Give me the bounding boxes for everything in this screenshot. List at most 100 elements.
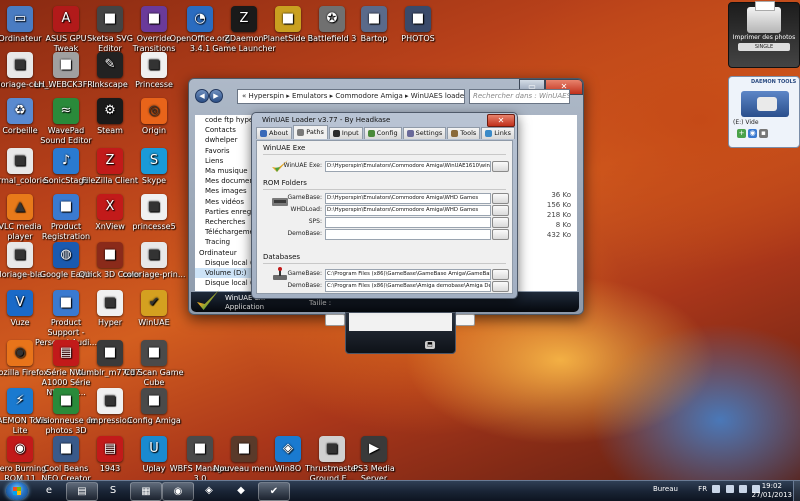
filezilla-icon: Z [97,148,123,174]
tray-icon-2[interactable] [725,485,734,493]
tab-about[interactable]: About [256,127,293,139]
database-browse-button[interactable] [492,281,509,292]
recycle-bin-icon: ♻ [7,98,33,124]
explorer-icon[interactable]: ▤ [66,482,98,501]
status-file-size: Taille : [309,299,332,307]
desktop-shortcut[interactable]: ■ princesse5 [122,194,186,232]
explorer-search-input[interactable]: Rechercher dans : WinUAES loader [469,89,570,104]
database-browse-button[interactable] [492,269,509,280]
loader-title: WinUAE Loader v3.77 - By Headkase [262,116,391,124]
rom-folder-path-field[interactable]: D:\Hyperspin\Emulators\Commodore Amiga\W… [325,193,491,204]
win8o-icon: ◈ [275,436,301,462]
desktop-shortcut[interactable]: ■ Cd Scan Game Cube [122,340,186,388]
add-drive-icon[interactable]: ◉ [748,129,757,138]
language-indicator[interactable]: FR [698,485,707,493]
tab-label: Settings [415,129,443,137]
taskbar: e ▤ S ▦ ◉ ◈ ◆ ✔ Bureau FR 19:02 27/01/2013 [0,480,800,501]
vlc-icon: ▲ [7,194,33,220]
daemon-tools-gadget[interactable]: DAEMON TOOLS (E:) Vide + ◉ ▪ [728,76,800,148]
settings-tab-icon [406,130,414,137]
printer-icon [747,1,781,33]
winuae-exe-browse-button[interactable] [492,161,509,172]
desktop-shortcut-label: princesse5 [132,222,176,231]
database-path-field[interactable]: C:\Program Files (x86)\GameBase\GameBase… [325,269,491,280]
desktop-shortcut[interactable]: ✔ WinUAE [122,290,186,328]
file-size-cell: 36 Ko [551,191,571,199]
daemon-drive-label: (E:) Vide [733,119,759,126]
clock[interactable]: 19:02 27/01/2013 [752,482,792,500]
back-icon[interactable]: ◀ [195,89,209,103]
nouveau-menu-icon: ■ [231,436,257,462]
explorer-address-bar[interactable]: « Hyperspin ▸ Emulators ▸ Commodore Amig… [237,89,465,104]
folder-taskbar-icon[interactable]: ▦ [130,482,162,501]
ie-icon[interactable]: e [34,482,64,499]
tab-label: Links [494,129,511,137]
virtual-drive-icon[interactable] [741,91,789,117]
loader-close-button[interactable]: ✕ [487,114,515,127]
rom-folder-browse-button[interactable] [492,217,509,228]
file-size-cell: 156 Ko [546,201,571,209]
database-path-field[interactable]: C:\Program Files (x86)\GameBase\Amiga de… [325,281,491,292]
game-taskbar-icon[interactable]: ◈ [194,482,224,499]
winuae-exe-label: WinUAE Exe: [283,162,322,169]
tab-label: About [269,129,289,137]
show-desktop-button[interactable] [793,481,800,501]
tab-settings[interactable]: Settings [402,127,447,139]
openoffice-icon: ◔ [187,6,213,32]
tab-paths[interactable]: Paths [293,125,328,139]
desktop-shortcut-label: PHOTOS [401,34,435,43]
taskbar-thumbnail-preview[interactable]: ⬒ [345,312,456,354]
input-tab-icon [332,130,340,137]
desktop-shortcut[interactable]: ■ Princesse [122,52,186,90]
tab-config[interactable]: Config [363,127,402,139]
rom-folder-path-field[interactable]: D:\Hyperspin\Emulators\Commodore Amiga\W… [325,205,491,216]
rom-folder-path-field[interactable] [325,217,491,228]
drive-settings-icon[interactable]: ▪ [759,129,768,138]
computer-icon: ▭ [7,6,33,32]
quick3dcover-icon: ■ [97,242,123,268]
config-tab-icon [367,130,375,137]
system-tray: Bureau FR [653,485,760,493]
winuae-exe-row: WinUAE Exe: D:\Hyperspin\Emulators\Commo… [257,161,512,172]
skype-taskbar-icon[interactable]: S [98,482,128,499]
pin-icon[interactable]: ⬒ [425,341,435,349]
desktop-shortcut[interactable]: ▶ PS3 Media Server [342,436,406,484]
desktop-shortcut[interactable]: ◎ Origin [122,98,186,136]
media-taskbar-icon[interactable]: ◆ [226,482,256,499]
product-registration-icon: ■ [53,194,79,220]
rom-folder-browse-button[interactable] [492,229,509,240]
winuae-exe-field[interactable]: D:\Hyperspin\Emulators\Commodore Amiga\W… [325,161,491,172]
mount-icon[interactable]: + [737,129,746,138]
firefox-taskbar-icon[interactable]: ◉ [162,482,194,501]
desktop-shortcut-label: Princesse [135,80,173,89]
desktop-shortcut[interactable]: ■ Config Amiga [122,388,186,426]
start-button[interactable] [6,482,28,500]
tab-input[interactable]: Input [328,127,363,139]
princesse-icon: ■ [141,52,167,78]
tab-links[interactable]: Links [481,127,515,139]
rom-folder-browse-button[interactable] [492,205,509,216]
steam-icon: ⚙ [97,98,123,124]
winuae-loader-dialog[interactable]: WinUAE Loader v3.77 - By Headkase ✕ Abou… [251,112,518,299]
printer-mode-select[interactable]: SINGLE [738,43,790,51]
ps3-media-server-icon: ▶ [361,436,387,462]
printer-gadget[interactable]: Imprimer des photos SINGLE [728,1,800,68]
cdscan-icon: ■ [141,340,167,366]
network-icon[interactable] [738,485,747,493]
winuae-icon: ✔ [141,290,167,316]
desktop-shortcut-label: coloriage-prin... [122,270,186,279]
rom-folder-path-field[interactable] [325,229,491,240]
tab-tools[interactable]: Tools [447,127,481,139]
zdaemon-icon: Z [231,6,257,32]
forward-icon[interactable]: ▶ [209,89,223,103]
desktop-shortcut[interactable]: ■ coloriage-prin... [122,242,186,280]
winuae-taskbar-icon[interactable]: ✔ [258,482,290,501]
rom-folder-browse-button[interactable] [492,193,509,204]
desktop-toolbar-label[interactable]: Bureau [653,485,678,493]
inkscape-icon: ✎ [97,52,123,78]
desktop-shortcut[interactable]: S Skype [122,148,186,186]
winuae-file-icon [197,290,219,310]
clock-time: 19:02 [761,482,782,490]
tray-icon-1[interactable] [712,485,721,493]
desktop-shortcut[interactable]: ■ PHOTOS [386,6,450,44]
